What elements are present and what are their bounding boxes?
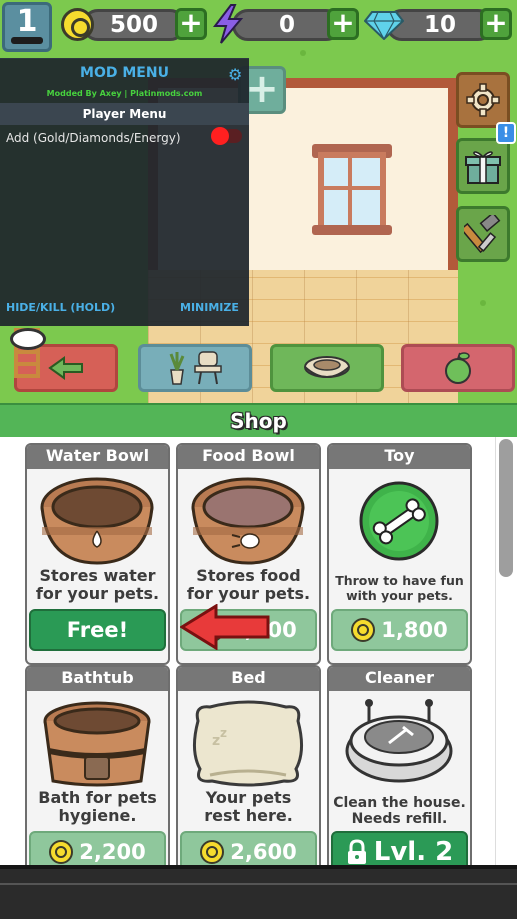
decoration-category-button[interactable] (138, 344, 252, 392)
add-gold-button[interactable]: + (175, 8, 207, 40)
pet-bed-icon: z z (193, 700, 303, 787)
gear-icon (466, 83, 500, 117)
mod-credit-text: Modded By Axey | Platinmods.com (46, 89, 203, 98)
item-description: Stores food for your pets. (180, 567, 317, 603)
price-label: 2,600 (230, 840, 297, 864)
water-bowl-icon (40, 477, 154, 565)
player-level: 1 (16, 4, 38, 39)
apple-icon (445, 352, 471, 384)
item-description: Clean the house. Needs refill. (331, 795, 468, 827)
food-bowl-icon (191, 477, 305, 565)
shop-item-bathtub[interactable]: Bathtub Bath for pets hygiene. 2,200 (25, 665, 170, 865)
shop-item-water-bowl[interactable]: Water Bowl Stores water for your pets. F… (25, 443, 170, 665)
xp-bar (11, 37, 43, 44)
lightning-icon (212, 4, 244, 44)
shop-item-bed[interactable]: Bed z z Your pets rest here. 2,600 (176, 665, 321, 865)
gold-coin-icon (61, 8, 94, 41)
item-description: Bath for pets hygiene. (29, 789, 166, 825)
item-description-line: Needs refill. (351, 811, 448, 827)
item-description-line: for your pets. (35, 584, 160, 603)
mod-settings-gear-icon[interactable]: ⚙ (228, 65, 242, 84)
item-title: Bed (178, 667, 319, 691)
room-window (318, 152, 386, 234)
settings-button[interactable] (456, 72, 510, 128)
bathtub-icon (43, 701, 151, 787)
item-description: Stores water for your pets. (29, 567, 166, 603)
item-description-line: Stores water (39, 566, 156, 585)
food-category-button[interactable] (401, 344, 515, 392)
grass-decoration (480, 300, 486, 306)
svg-text:z: z (212, 733, 220, 749)
item-description-line: hygiene. (58, 806, 137, 825)
item-title: Toy (329, 445, 470, 469)
item-description: Your pets rest here. (180, 789, 317, 825)
item-description-line: Stores food (196, 566, 301, 585)
add-resources-label: Add (Gold/Diamonds/Energy) (6, 131, 181, 145)
add-energy-button[interactable]: + (327, 8, 359, 40)
item-description-line: Clean the house. (333, 795, 466, 811)
gift-alert-badge: ! (496, 122, 516, 144)
eye-icon[interactable] (10, 328, 46, 350)
player-level-badge[interactable]: 1 (2, 2, 52, 52)
hammer-saw-icon (464, 215, 501, 253)
minimize-button[interactable]: MINIMIZE (180, 301, 239, 314)
energy-counter: 0 (232, 9, 342, 41)
buy-bathtub-button[interactable]: 2,200 (29, 831, 166, 865)
shop-title: Shop (0, 403, 517, 437)
robot-cleaner-icon (345, 699, 453, 783)
unlock-level-label: Lvl. 2 (373, 837, 454, 865)
shop-item-toy[interactable]: Toy Throw to have fun with your pets. 1,… (327, 443, 472, 665)
build-button[interactable] (456, 206, 510, 262)
mod-menu-panel: MOD MENU ⚙ Modded By Axey | Platinmods.c… (0, 58, 249, 326)
add-resources-toggle[interactable] (211, 127, 242, 145)
shop-scrollbar-thumb[interactable] (499, 439, 513, 577)
price-label: 1,800 (381, 618, 448, 642)
mod-menu-title: MOD MENU (80, 65, 169, 81)
plant-chair-icon (169, 351, 222, 385)
arrow-left-icon (48, 356, 83, 380)
item-description-line: for your pets. (186, 584, 311, 603)
toy-ball-icon (359, 481, 439, 561)
item-title: Cleaner (329, 667, 470, 691)
diamond-icon (364, 11, 404, 40)
item-description-line: with your pets. (346, 588, 453, 603)
coin-icon (200, 840, 225, 864)
player-menu-header[interactable]: Player Menu (0, 103, 249, 125)
grass-decoration (300, 50, 306, 56)
system-navigation-bar (0, 865, 517, 919)
buy-bed-button[interactable]: 2,600 (180, 831, 317, 865)
coin-icon (351, 618, 376, 642)
bowl-icon (304, 356, 350, 378)
item-description-line: Throw to have fun (335, 573, 464, 588)
bowls-category-button[interactable] (270, 344, 384, 392)
item-title: Water Bowl (27, 445, 168, 469)
svg-text:z: z (220, 726, 227, 740)
item-title: Food Bowl (178, 445, 319, 469)
hide-kill-button[interactable]: HIDE/KILL (HOLD) (6, 301, 115, 314)
add-diamonds-button[interactable]: + (480, 8, 512, 40)
price-label: Free! (66, 618, 129, 642)
locked-cleaner-button[interactable]: Lvl. 2 (331, 831, 468, 865)
buy-toy-button[interactable]: 1,800 (331, 609, 468, 651)
item-description-line: Your pets (205, 788, 292, 807)
price-label: 2,200 (79, 840, 146, 864)
shop-panel: Water Bowl Stores water for your pets. F… (0, 437, 517, 865)
gold-counter: 500 (82, 9, 186, 41)
item-description: Throw to have fun with your pets. (331, 573, 468, 603)
item-description-line: Bath for pets (38, 788, 157, 807)
gift-button[interactable] (456, 138, 510, 194)
item-title: Bathtub (27, 667, 168, 691)
buy-water-bowl-button[interactable]: Free! (29, 609, 166, 651)
lock-icon (347, 839, 366, 864)
gift-box-icon (465, 151, 501, 184)
red-arrow-indicator-icon (180, 604, 270, 650)
window-sill (312, 225, 392, 235)
item-description-line: rest here. (204, 806, 293, 825)
shop-item-cleaner[interactable]: Cleaner Clean the house. Needs refill. L… (327, 665, 472, 865)
coin-icon (49, 840, 74, 864)
